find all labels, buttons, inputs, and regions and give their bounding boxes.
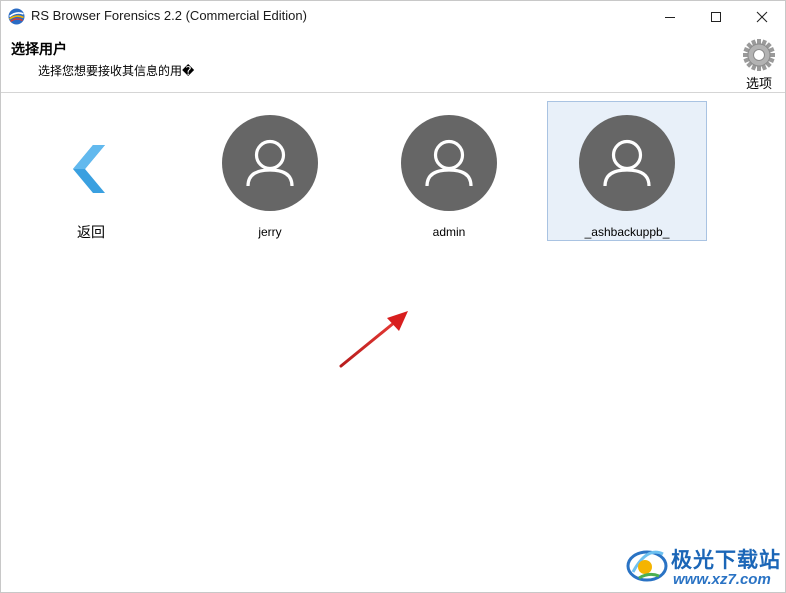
user-tile-ashbackuppb[interactable]: _ashbackuppb_	[547, 101, 707, 241]
options-button[interactable]: 选项	[737, 38, 781, 91]
user-name-label: admin	[432, 225, 466, 239]
app-window: RS Browser Forensics 2.2 (Commercial Edi…	[0, 0, 786, 593]
close-button[interactable]	[739, 1, 785, 32]
maximize-button[interactable]	[693, 1, 739, 32]
title-bar[interactable]: RS Browser Forensics 2.2 (Commercial Edi…	[1, 1, 785, 32]
close-icon	[756, 11, 768, 22]
back-tile[interactable]: 返回	[11, 101, 171, 241]
user-name-label: jerry	[258, 225, 282, 239]
user-avatar	[579, 115, 675, 211]
watermark-url: www.xz7.com	[673, 571, 771, 588]
user-avatar-icon	[246, 139, 294, 187]
minimize-icon	[665, 16, 675, 18]
page-header: 选择用户 选择您想要接收其信息的用� 选项	[1, 32, 785, 92]
page-title: 选择用户	[11, 41, 67, 57]
back-chevron-icon	[73, 145, 105, 193]
watermark: 极光下载站 www.xz7.com	[621, 538, 785, 592]
user-selection-area: 返回 jerry admin _ashbackuppb_	[1, 93, 785, 592]
user-tile-admin[interactable]: admin	[369, 101, 529, 241]
user-name-label: _ashbackuppb_	[584, 225, 670, 239]
user-tile-jerry[interactable]: jerry	[190, 101, 350, 241]
user-avatar	[401, 115, 497, 211]
user-avatar	[222, 115, 318, 211]
minimize-button[interactable]	[647, 1, 693, 32]
annotation-arrow-icon	[339, 311, 408, 368]
user-avatar-icon	[603, 139, 651, 187]
watermark-title: 极光下载站	[671, 549, 781, 572]
user-avatar-icon	[425, 139, 473, 187]
window-title: RS Browser Forensics 2.2 (Commercial Edi…	[31, 8, 307, 23]
watermark-logo-icon	[626, 550, 668, 582]
app-logo-icon	[8, 8, 25, 25]
options-label: 选项	[745, 76, 772, 91]
maximize-icon	[711, 11, 721, 22]
page-subtitle: 选择您想要接收其信息的用�	[38, 64, 195, 78]
gear-icon	[743, 39, 775, 71]
back-label: 返回	[77, 224, 105, 240]
